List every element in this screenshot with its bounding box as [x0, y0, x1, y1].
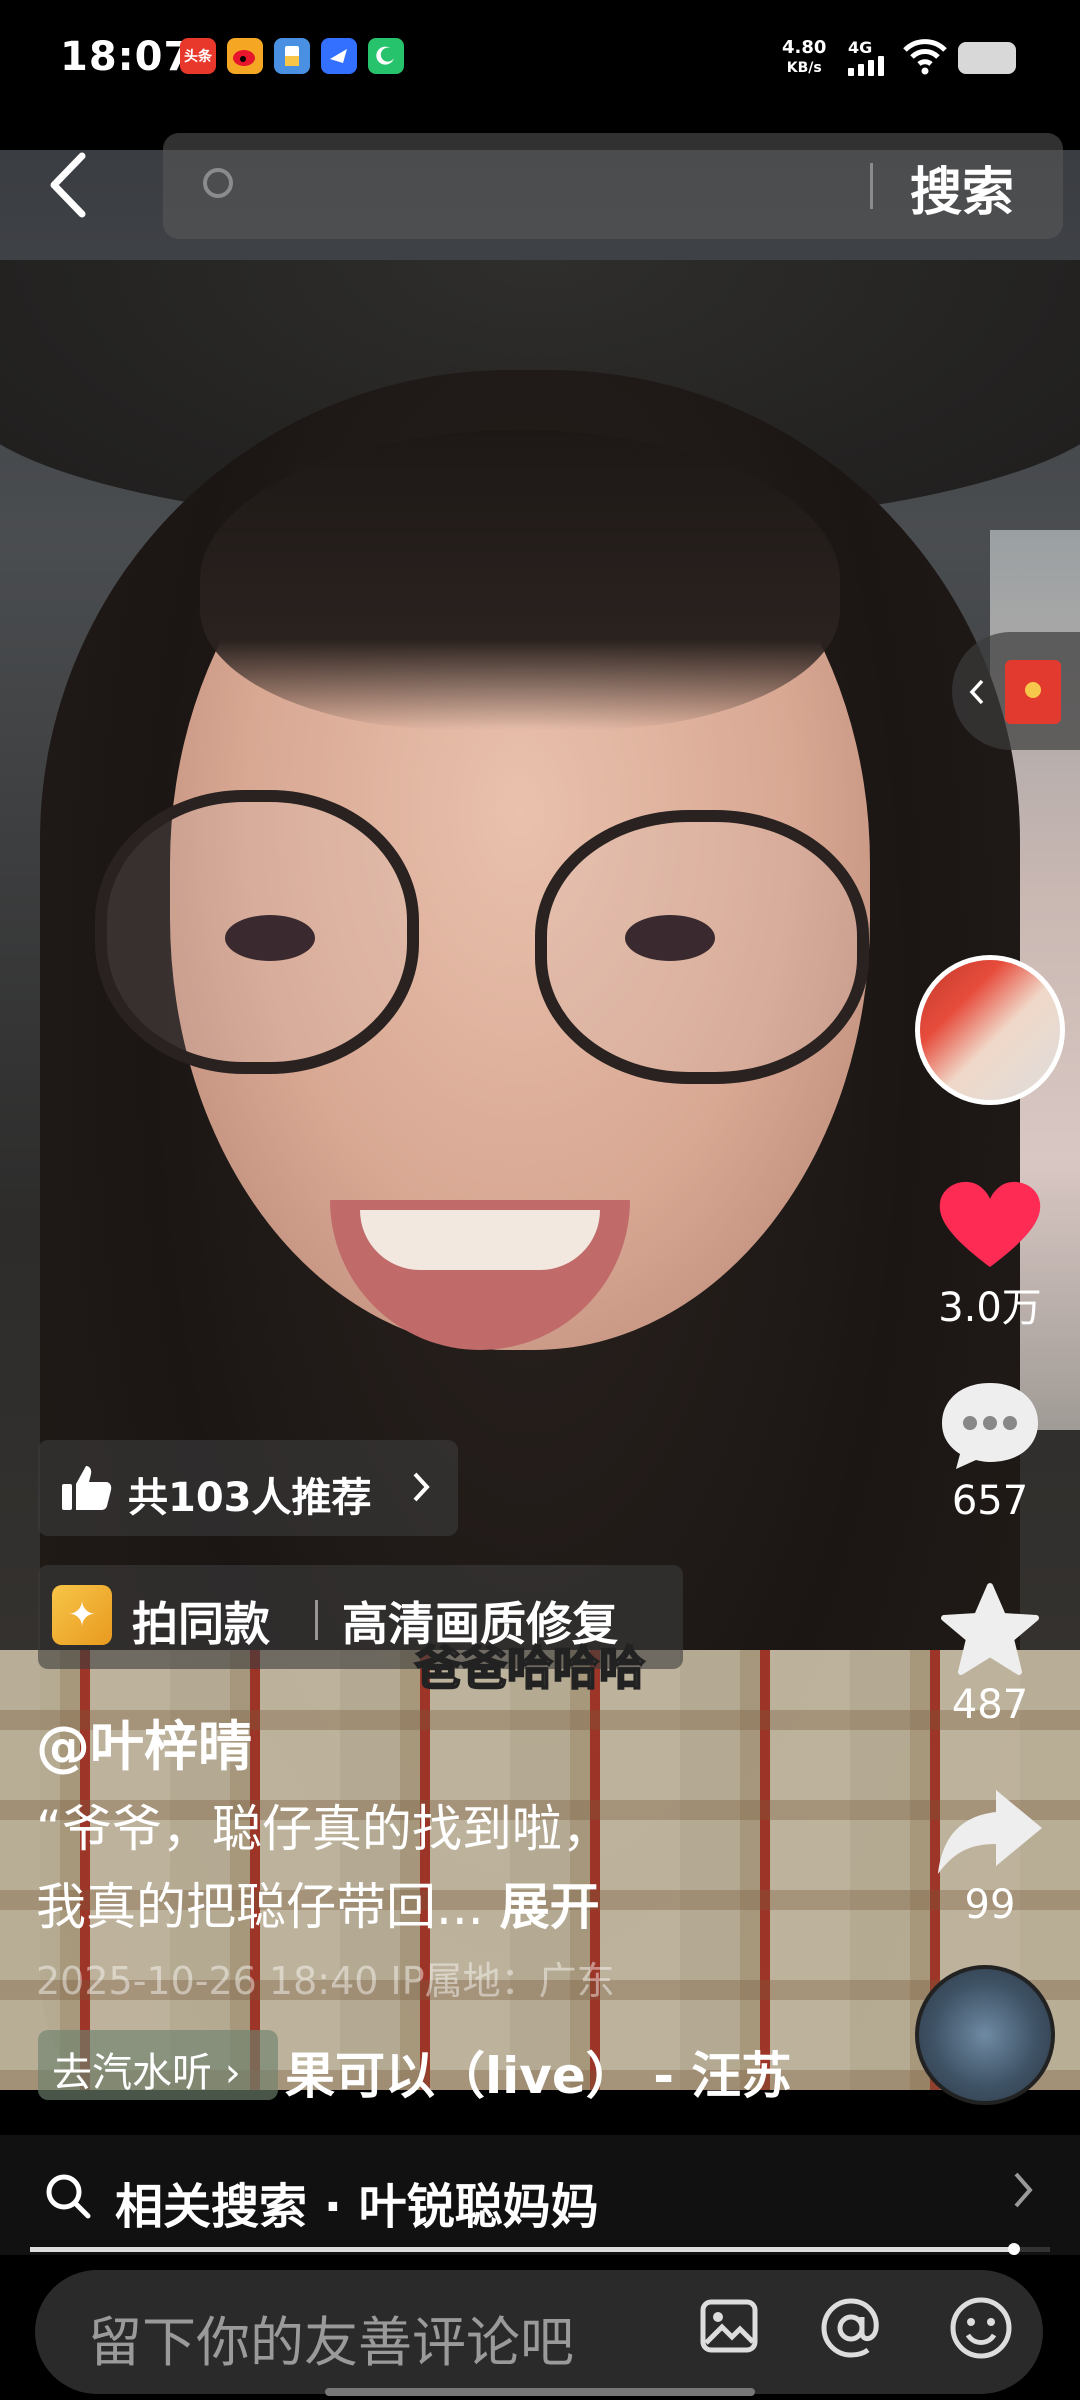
music-disc-icon[interactable]: [915, 1965, 1055, 2105]
wifi-icon: [903, 39, 947, 75]
signal-icon: [848, 56, 884, 76]
music-open-text: 去汽水听: [52, 2050, 212, 2096]
search-button[interactable]: 搜索: [910, 150, 1014, 225]
search-divider: [870, 163, 873, 209]
network-speed-value: 4.80: [782, 37, 827, 58]
network-speed-unit: KB/s: [786, 60, 822, 76]
files-icon: [274, 38, 310, 74]
mention-icon[interactable]: [818, 2295, 884, 2361]
weibo-icon: [227, 38, 263, 74]
music-open-label: 去汽水听 ›: [52, 2040, 241, 2098]
same-style-button[interactable]: 拍同款: [132, 1588, 270, 1654]
phone-icon: [368, 38, 404, 74]
notification-icons: 头条: [180, 38, 404, 74]
eye-left: [225, 915, 315, 961]
toutiao-icon: 头条: [180, 38, 216, 74]
favorite-star-icon[interactable]: [930, 1580, 1050, 1680]
desc-line-2: 我真的把聪仔带回...: [36, 1878, 500, 1936]
recommend-label: 共103人推荐: [128, 1475, 372, 1521]
video-progress-handle[interactable]: [1008, 2243, 1020, 2255]
image-icon[interactable]: [698, 2295, 760, 2357]
search-icon: [46, 2174, 91, 2219]
status-time: 18:07: [60, 34, 193, 80]
like-count: 3.0万: [938, 1285, 1042, 1331]
home-indicator[interactable]: [325, 2388, 755, 2396]
chevron-right-icon: [1014, 2172, 1033, 2208]
related-search-label: 相关搜索 · 叶锐聪妈妈: [115, 2179, 599, 2235]
video-subtitle: 爸爸哈哈哈: [414, 1640, 646, 1696]
expand-button[interactable]: 展开: [500, 1878, 600, 1936]
comment-count: 657: [951, 1478, 1029, 1524]
post-description: “爷爷，聪仔真的找到啦， 我真的把聪仔带回... 展开: [36, 1790, 836, 1946]
chevron-right-icon: [413, 1472, 430, 1502]
music-title[interactable]: 果可以（live） - 汪苏: [285, 2036, 791, 2108]
tool-divider: [315, 1600, 318, 1640]
chevron-left-icon: [969, 679, 984, 705]
search-icon: [203, 168, 233, 198]
favorite-count: 487: [951, 1682, 1029, 1728]
network-type: 4G: [848, 38, 873, 57]
battery-icon: [958, 42, 1016, 74]
author-name[interactable]: @叶梓晴: [36, 1702, 252, 1781]
chevron-right-icon: ›: [212, 2050, 241, 2096]
video-progress-fill: [30, 2247, 1014, 2252]
desc-line-1: “爷爷，聪仔真的找到啦，: [36, 1800, 612, 1858]
red-envelope-icon[interactable]: [1005, 660, 1061, 724]
eye-right: [625, 915, 715, 961]
emoji-icon[interactable]: [948, 2295, 1014, 2361]
comment-placeholder: 留下你的友善评论吧: [88, 2311, 574, 2374]
thumbs-up-icon: [62, 1466, 112, 1510]
network-speed: 4.80 KB/s: [782, 38, 826, 78]
share-count: 99: [964, 1882, 1016, 1928]
back-icon[interactable]: [40, 150, 100, 220]
feishu-icon: [321, 38, 357, 74]
like-heart-icon[interactable]: [930, 1175, 1050, 1275]
author-avatar[interactable]: [915, 955, 1065, 1105]
video-subject-bangs: [200, 430, 840, 730]
comment-icon[interactable]: [930, 1375, 1050, 1475]
video-subject-teeth: [360, 1210, 600, 1270]
share-icon[interactable]: [930, 1782, 1050, 1882]
sparkle-icon: ✦: [52, 1585, 112, 1645]
post-meta: 2025-10-26 18:40 IP属地：广东: [36, 1959, 615, 2003]
